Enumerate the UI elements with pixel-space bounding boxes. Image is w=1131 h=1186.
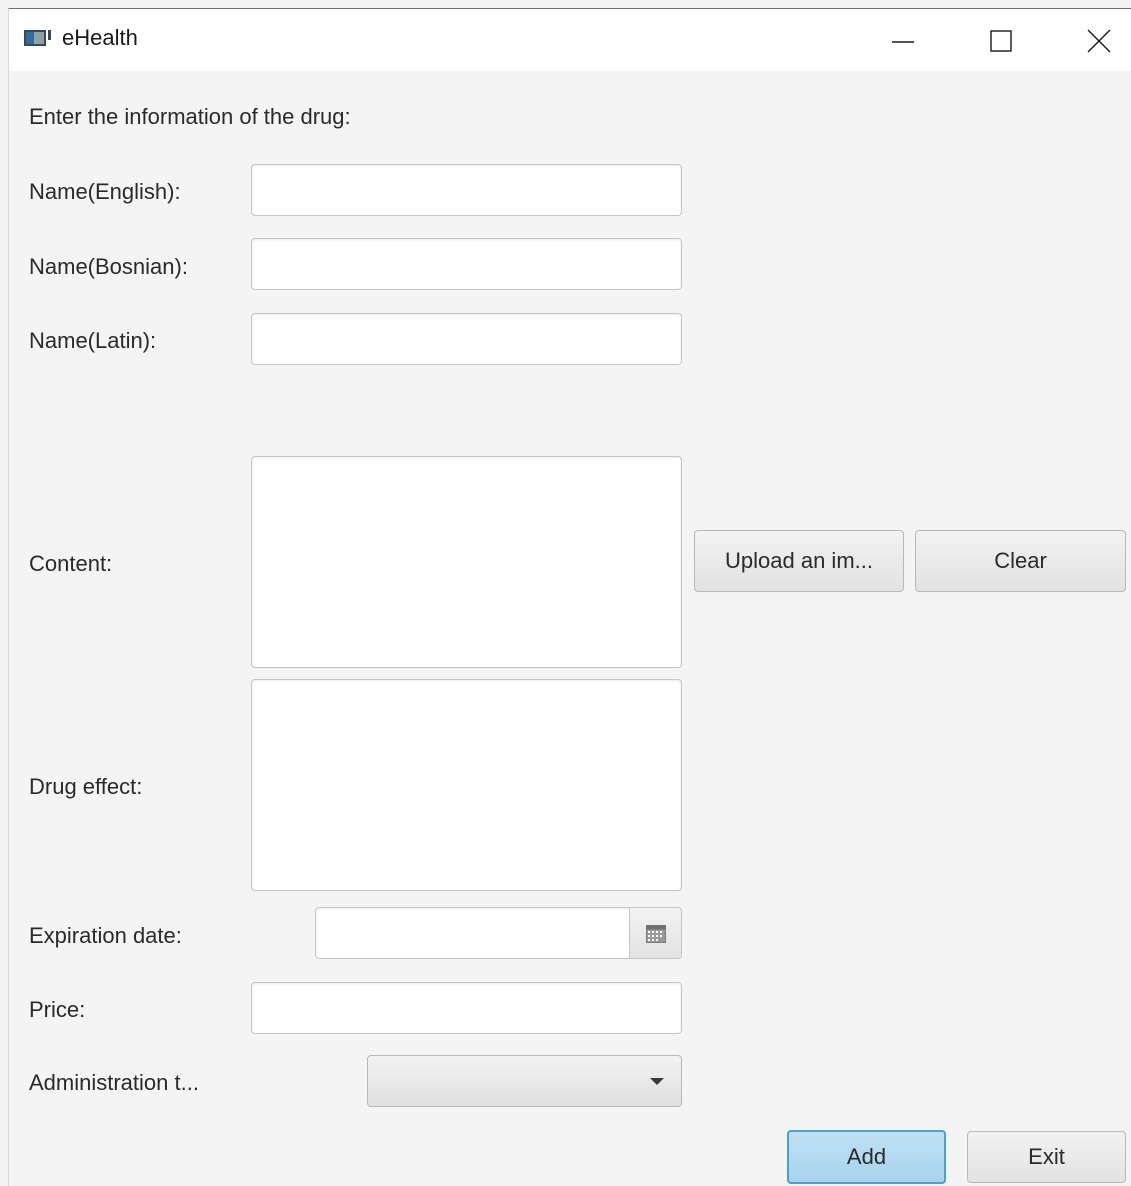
add-button[interactable]: Add [787,1130,946,1184]
content-textarea[interactable] [251,456,682,668]
minimize-icon [892,41,914,43]
drug-effect-textarea[interactable] [251,679,682,891]
window-title: eHealth [62,25,138,50]
name-latin-label: Name(Latin): [29,328,157,353]
date-picker-button[interactable] [629,907,682,959]
app-window-icon [24,30,51,46]
exit-button[interactable]: Exit [967,1131,1126,1183]
close-icon [1087,29,1111,53]
app-window: eHealth Enter the information of the dru… [8,8,1131,1186]
name-latin-input[interactable] [251,313,682,365]
name-english-input[interactable] [251,164,682,216]
maximize-icon [990,30,1012,52]
name-english-label: Name(English): [29,179,181,204]
expiration-date-label: Expiration date: [29,923,182,948]
close-button[interactable] [1067,9,1127,71]
calendar-icon [646,925,666,943]
maximize-button[interactable] [969,9,1029,71]
administration-type-select[interactable] [367,1055,682,1107]
form-heading: Enter the information of the drug: [29,104,351,129]
clear-button[interactable]: Clear [915,530,1126,592]
administration-type-label: Administration t... [29,1070,199,1095]
upload-image-button[interactable]: Upload an im... [694,530,904,592]
title-bar[interactable]: eHealth [9,9,1131,71]
expiration-date-input[interactable] [315,907,631,959]
minimize-button[interactable] [871,9,931,71]
name-bosnian-label: Name(Bosnian): [29,254,188,279]
name-bosnian-input[interactable] [251,238,682,290]
drug-effect-label: Drug effect: [29,774,143,799]
content-label: Content: [29,551,113,576]
price-label: Price: [29,997,86,1022]
price-input[interactable] [251,982,682,1034]
chevron-down-icon [650,1078,664,1085]
